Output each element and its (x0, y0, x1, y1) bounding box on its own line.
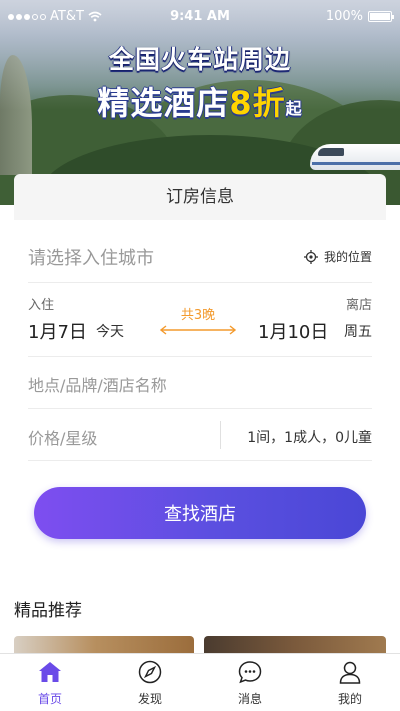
checkin-label: 入住 (28, 298, 55, 313)
search-hotel-button[interactable]: 查找酒店 (34, 487, 366, 539)
checkout-label: 离店 (345, 298, 372, 313)
banner-headline: 全国火车站周边 (108, 45, 291, 74)
tab-messages[interactable]: 消息 (200, 654, 300, 711)
city-placeholder: 请选择入住城市 (28, 248, 154, 269)
location-target-icon (303, 249, 318, 264)
status-bar: AT&T 9:41 AM 100% (0, 0, 400, 34)
my-location-button[interactable]: 我的位置 (303, 248, 372, 265)
booking-card-title: 订房信息 (14, 174, 386, 220)
city-selector[interactable]: 请选择入住城市 我的位置 (28, 236, 372, 278)
divider (28, 282, 372, 283)
double-arrow-icon (160, 325, 236, 335)
train-image (300, 138, 400, 178)
banner-subheadline: 精选酒店8折起 (97, 84, 303, 122)
checkout-date[interactable]: 1月10日 (258, 318, 328, 344)
tab-home[interactable]: 首页 (0, 654, 100, 711)
user-icon (339, 661, 361, 684)
message-icon (238, 661, 262, 684)
tab-discover[interactable]: 发现 (100, 654, 200, 711)
battery-icon (368, 11, 394, 22)
vertical-divider (220, 421, 221, 449)
recommend-title: 精品推荐 (14, 601, 82, 621)
keyword-input[interactable]: 地点/品牌/酒店名称 (28, 372, 372, 400)
checkout-day: 周五 (344, 324, 372, 340)
divider (28, 460, 372, 461)
guests-selector[interactable]: 1间，1成人，0儿童 (247, 427, 372, 447)
divider (28, 408, 372, 409)
home-icon (39, 662, 61, 682)
compass-icon (138, 660, 162, 684)
date-selector[interactable]: 入住 离店 1月7日 今天 共3晚 1月10日 周五 (28, 294, 372, 350)
banner-discount: 8折 (229, 84, 286, 122)
checkin-day: 今天 (96, 324, 124, 340)
nights-count: 共3晚 (180, 308, 216, 323)
tab-bar: 首页 发现 消息 我的 (0, 653, 400, 711)
tab-profile[interactable]: 我的 (300, 654, 400, 711)
price-star-selector[interactable]: 价格/星级 (28, 425, 97, 449)
filter-row: 价格/星级 1间，1成人，0儿童 (28, 421, 372, 453)
battery-percent: 100% (325, 9, 363, 24)
divider (28, 356, 372, 357)
checkin-date[interactable]: 1月7日 (28, 318, 87, 344)
